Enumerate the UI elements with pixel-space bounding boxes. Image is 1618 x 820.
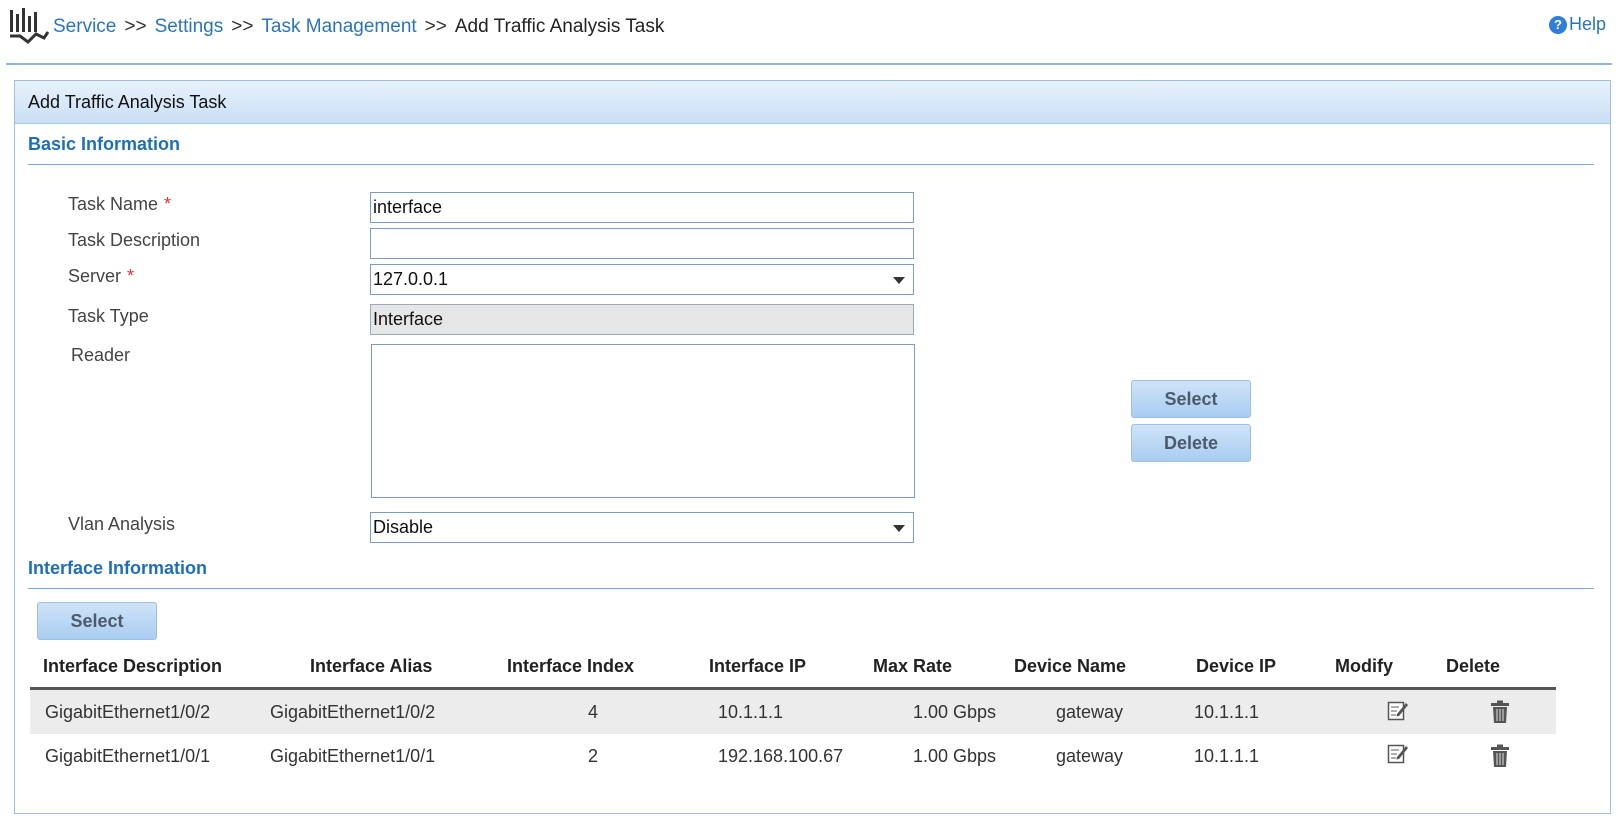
column-header-modify: Modify xyxy=(1335,656,1393,676)
required-marker: * xyxy=(164,194,172,214)
column-header-interface-description: Interface Description xyxy=(43,656,223,676)
reader-delete-button[interactable]: Delete xyxy=(1131,424,1251,462)
column-header-device-ip: Device IP xyxy=(1196,656,1277,676)
cell-device-name: gateway xyxy=(1056,746,1124,766)
server-label-text: Server xyxy=(68,266,122,286)
trash-icon[interactable] xyxy=(1490,700,1510,724)
vlan-analysis-select-value: Disable xyxy=(373,517,434,537)
cell-max-rate: 1.00 Gbps xyxy=(913,702,997,722)
column-header-max-rate: Max Rate xyxy=(873,656,953,676)
breadcrumb-separator: >> xyxy=(124,16,147,37)
chevron-down-icon xyxy=(893,524,905,532)
cell-device-name: gateway xyxy=(1056,702,1124,722)
task-type-label: Task Type xyxy=(68,306,149,326)
column-header-delete: Delete xyxy=(1446,656,1501,676)
cell-device-ip: 10.1.1.1 xyxy=(1194,702,1260,722)
interface-select-button[interactable]: Select xyxy=(37,602,157,640)
server-label: Server * xyxy=(68,266,134,287)
interface-information-title: Interface Information xyxy=(28,558,208,578)
breadcrumb-current: Add Traffic Analysis Task xyxy=(454,16,665,37)
task-name-label-text: Task Name xyxy=(68,194,159,214)
basic-information-title: Basic Information xyxy=(28,134,181,154)
help-link[interactable]: ? Help xyxy=(1548,14,1606,35)
column-header-device-name: Device Name xyxy=(1014,656,1127,676)
breadcrumb-settings-link[interactable]: Settings xyxy=(155,16,224,37)
breadcrumb-service-link[interactable]: Service xyxy=(53,16,116,37)
edit-icon[interactable] xyxy=(1387,699,1409,721)
server-select[interactable]: 127.0.0.1 xyxy=(370,264,914,295)
cell-interface-index: 4 xyxy=(588,702,599,722)
section-divider xyxy=(28,164,1594,165)
task-name-label: Task Name * xyxy=(68,194,171,215)
cell-interface-description: GigabitEthernet1/0/2 xyxy=(45,702,211,722)
breadcrumb-separator: >> xyxy=(231,16,254,37)
column-header-interface-ip: Interface IP xyxy=(709,656,807,676)
edit-icon[interactable] xyxy=(1387,742,1409,764)
help-label: Help xyxy=(1568,14,1606,34)
trash-icon[interactable] xyxy=(1490,744,1510,768)
cell-max-rate: 1.00 Gbps xyxy=(913,746,997,766)
reader-list[interactable] xyxy=(371,344,915,498)
server-select-value: 127.0.0.1 xyxy=(373,269,449,289)
task-name-input[interactable] xyxy=(370,192,914,223)
required-marker: * xyxy=(127,266,135,286)
reader-select-button[interactable]: Select xyxy=(1131,380,1251,418)
table-row: GigabitEthernet1/0/1 GigabitEthernet1/0/… xyxy=(30,734,1556,778)
vlan-analysis-select[interactable]: Disable xyxy=(370,512,914,543)
cell-interface-description: GigabitEthernet1/0/1 xyxy=(45,746,211,766)
breadcrumb-task-management-link[interactable]: Task Management xyxy=(261,16,416,37)
section-divider xyxy=(28,588,1594,589)
vlan-analysis-label: Vlan Analysis xyxy=(68,514,176,534)
cell-interface-alias: GigabitEthernet1/0/2 xyxy=(270,702,436,722)
reader-label: Reader xyxy=(71,345,131,365)
cell-device-ip: 10.1.1.1 xyxy=(1194,746,1260,766)
column-header-interface-index: Interface Index xyxy=(507,656,635,676)
cell-interface-index: 2 xyxy=(588,746,599,766)
task-description-label: Task Description xyxy=(68,230,201,250)
header-divider xyxy=(6,63,1612,65)
breadcrumb: Service >> Settings >> Task Management >> Add … xyxy=(53,16,664,38)
breadcrumb-separator: >> xyxy=(424,16,447,37)
cell-interface-alias: GigabitEthernet1/0/1 xyxy=(270,746,436,766)
traffic-chart-icon xyxy=(10,8,50,44)
column-header-interface-alias: Interface Alias xyxy=(310,656,433,676)
chevron-down-icon xyxy=(893,276,905,284)
cell-interface-ip: 10.1.1.1 xyxy=(718,702,784,722)
table-row: GigabitEthernet1/0/2 GigabitEthernet1/0/… xyxy=(30,690,1556,734)
task-description-input[interactable] xyxy=(370,228,914,259)
add-task-panel: Add Traffic Analysis Task Basic Informat… xyxy=(14,80,1611,814)
task-type-field: Interface xyxy=(370,304,914,335)
cell-interface-ip: 192.168.100.67 xyxy=(718,746,844,766)
question-circle-icon: ? xyxy=(1548,15,1567,34)
panel-title: Add Traffic Analysis Task xyxy=(15,81,1610,124)
